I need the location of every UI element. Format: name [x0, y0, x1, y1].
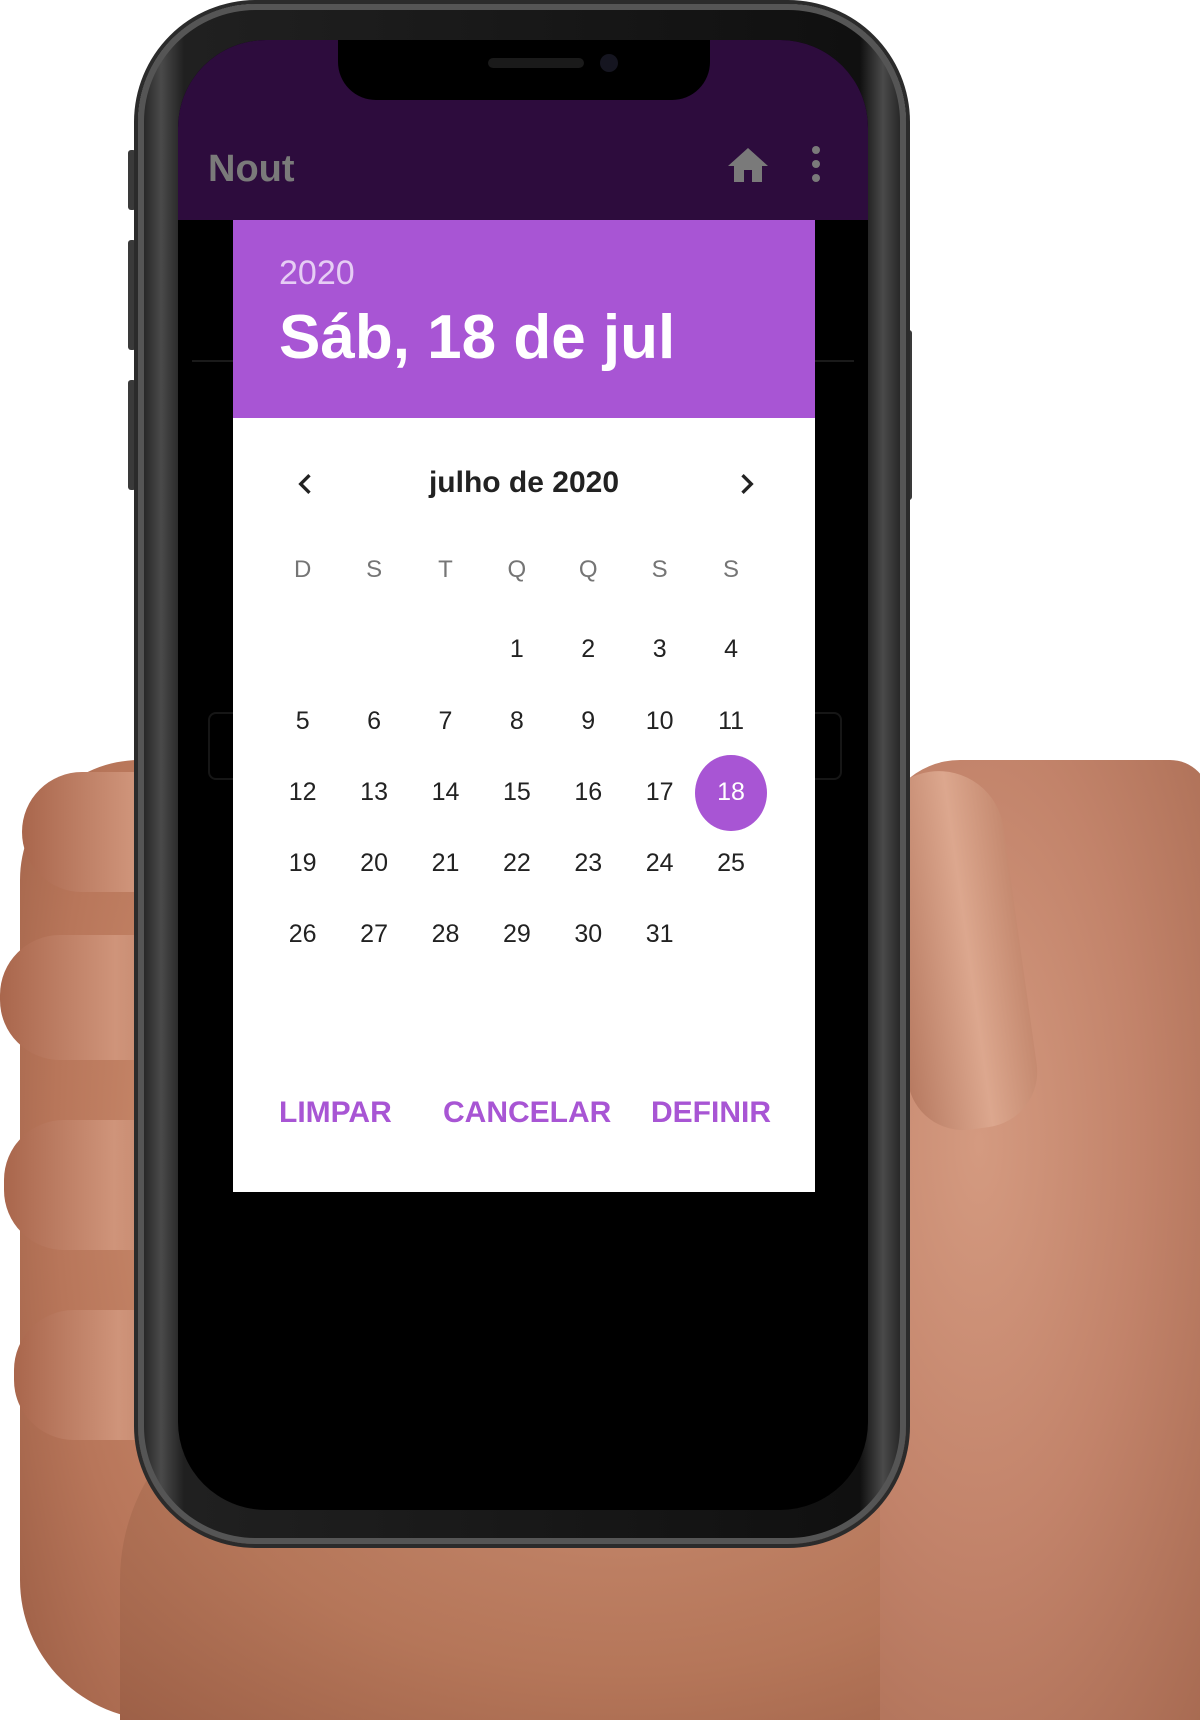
more-vert-icon[interactable] — [810, 146, 822, 186]
calendar-week-row: 1 2 3 4 — [267, 614, 783, 685]
calendar-day-label: 11 — [718, 707, 745, 735]
calendar-day[interactable]: 12 — [267, 757, 338, 828]
calendar-day[interactable]: 9 — [553, 686, 624, 757]
calendar-day[interactable]: 4 — [695, 614, 766, 685]
calendar-day-label: 8 — [509, 707, 524, 735]
weekday-header: D S T Q Q S S — [267, 556, 783, 584]
calendar-day[interactable]: 14 — [410, 757, 481, 828]
calendar-day[interactable]: 31 — [624, 899, 695, 970]
empty-day-cell — [410, 614, 481, 685]
calendar-week-row: 19 20 21 22 23 24 25 — [267, 828, 783, 899]
calendar-day-label: 10 — [645, 707, 674, 735]
calendar-day-label: 7 — [438, 707, 453, 735]
calendar-day-label: 14 — [431, 778, 460, 806]
calendar-day[interactable]: 26 — [267, 899, 338, 970]
calendar-day-label: 26 — [288, 920, 317, 948]
calendar-day[interactable]: 25 — [695, 828, 766, 899]
date-picker-header: 2020 Sáb, 18 de jul — [233, 220, 815, 418]
dialog-actions: LIMPAR CANCELAR DEFINIR — [233, 1096, 815, 1156]
calendar-week-row: 12 13 14 15 16 17 18 — [267, 754, 783, 831]
calendar-day-label: 20 — [360, 849, 388, 877]
calendar-day-label: 13 — [360, 778, 388, 806]
calendar-week-row: 5 6 7 8 9 10 11 — [267, 686, 783, 757]
weekday-label: Q — [507, 556, 527, 583]
calendar-day[interactable]: 17 — [624, 757, 695, 828]
cancel-button[interactable]: CANCELAR — [443, 1096, 611, 1130]
front-camera — [600, 54, 618, 72]
weekday-label: Q — [578, 556, 598, 583]
calendar-day-label: 16 — [574, 778, 603, 806]
speaker-grille — [488, 58, 584, 68]
calendar-day-label: 17 — [645, 778, 674, 806]
calendar-day[interactable]: 3 — [624, 614, 695, 685]
calendar-day-label: 31 — [645, 920, 674, 948]
calendar-day-selected[interactable]: 18 — [695, 754, 767, 831]
weekday-label: S — [723, 556, 740, 583]
year-label[interactable]: 2020 — [279, 254, 355, 293]
chevron-right-icon[interactable] — [727, 464, 767, 504]
calendar-day[interactable]: 7 — [410, 686, 481, 757]
calendar-day-label: 28 — [431, 920, 460, 948]
selected-date-label: Sáb, 18 de jul — [279, 303, 676, 372]
calendar-day-label: 18 — [695, 754, 767, 831]
calendar-day-label: 30 — [574, 920, 603, 948]
weekday-label: T — [438, 556, 453, 583]
calendar-day-label: 9 — [581, 707, 596, 735]
calendar-day[interactable]: 16 — [553, 757, 624, 828]
weekday-label: D — [294, 556, 312, 583]
clear-button[interactable]: LIMPAR — [279, 1096, 392, 1130]
calendar-day-label: 3 — [652, 635, 667, 663]
app-title: Nout — [208, 148, 295, 190]
calendar-day[interactable]: 29 — [481, 899, 552, 970]
calendar-day[interactable]: 20 — [338, 828, 409, 899]
phone-mute-switch — [128, 150, 136, 210]
calendar-day[interactable]: 2 — [553, 614, 624, 685]
calendar-day[interactable]: 13 — [338, 757, 409, 828]
calendar-day[interactable]: 28 — [410, 899, 481, 970]
calendar-day[interactable]: 24 — [624, 828, 695, 899]
calendar-day[interactable]: 15 — [481, 757, 552, 828]
calendar-day-label: 2 — [581, 635, 596, 663]
set-button[interactable]: DEFINIR — [651, 1096, 771, 1130]
empty-day-cell — [695, 899, 766, 970]
calendar-day-label: 22 — [502, 849, 531, 877]
phone-volume-down — [128, 380, 136, 490]
calendar-day-label: 25 — [717, 849, 745, 877]
home-icon[interactable] — [722, 142, 774, 190]
calendar-day[interactable]: 1 — [481, 614, 552, 685]
calendar-day[interactable]: 21 — [410, 828, 481, 899]
weekday-label: S — [366, 556, 383, 583]
calendar-day-label: 27 — [360, 920, 388, 948]
calendar-day-label: 6 — [367, 707, 382, 735]
calendar-day[interactable]: 30 — [553, 899, 624, 970]
calendar-day-label: 15 — [502, 778, 531, 806]
empty-day-cell — [338, 614, 409, 685]
calendar-day[interactable]: 27 — [338, 899, 409, 970]
calendar-day[interactable]: 19 — [267, 828, 338, 899]
calendar-day-label: 12 — [288, 778, 317, 806]
calendar-day[interactable]: 5 — [267, 686, 338, 757]
calendar-day-label: 29 — [502, 920, 531, 948]
calendar-day-label: 23 — [574, 849, 603, 877]
calendar-day[interactable]: 8 — [481, 686, 552, 757]
calendar-day-label: 24 — [645, 849, 674, 877]
calendar-week-row: 26 27 28 29 30 31 — [267, 899, 783, 970]
empty-day-cell — [267, 614, 338, 685]
phone-volume-up — [128, 240, 136, 350]
calendar-day[interactable]: 6 — [338, 686, 409, 757]
calendar-day[interactable]: 23 — [553, 828, 624, 899]
phone-notch — [338, 40, 710, 100]
date-picker-dialog: 2020 Sáb, 18 de jul julho de 2020 D S T … — [233, 220, 815, 1192]
calendar-day[interactable]: 11 — [695, 686, 766, 757]
calendar-day-label: 5 — [295, 707, 310, 735]
calendar-day-label: 19 — [288, 849, 317, 877]
calendar-day[interactable]: 22 — [481, 828, 552, 899]
calendar-day-label: 21 — [431, 849, 460, 877]
calendar-day[interactable]: 10 — [624, 686, 695, 757]
weekday-label: S — [651, 556, 668, 583]
calendar-day-label: 4 — [724, 635, 738, 663]
calendar-day-label: 1 — [509, 635, 524, 663]
